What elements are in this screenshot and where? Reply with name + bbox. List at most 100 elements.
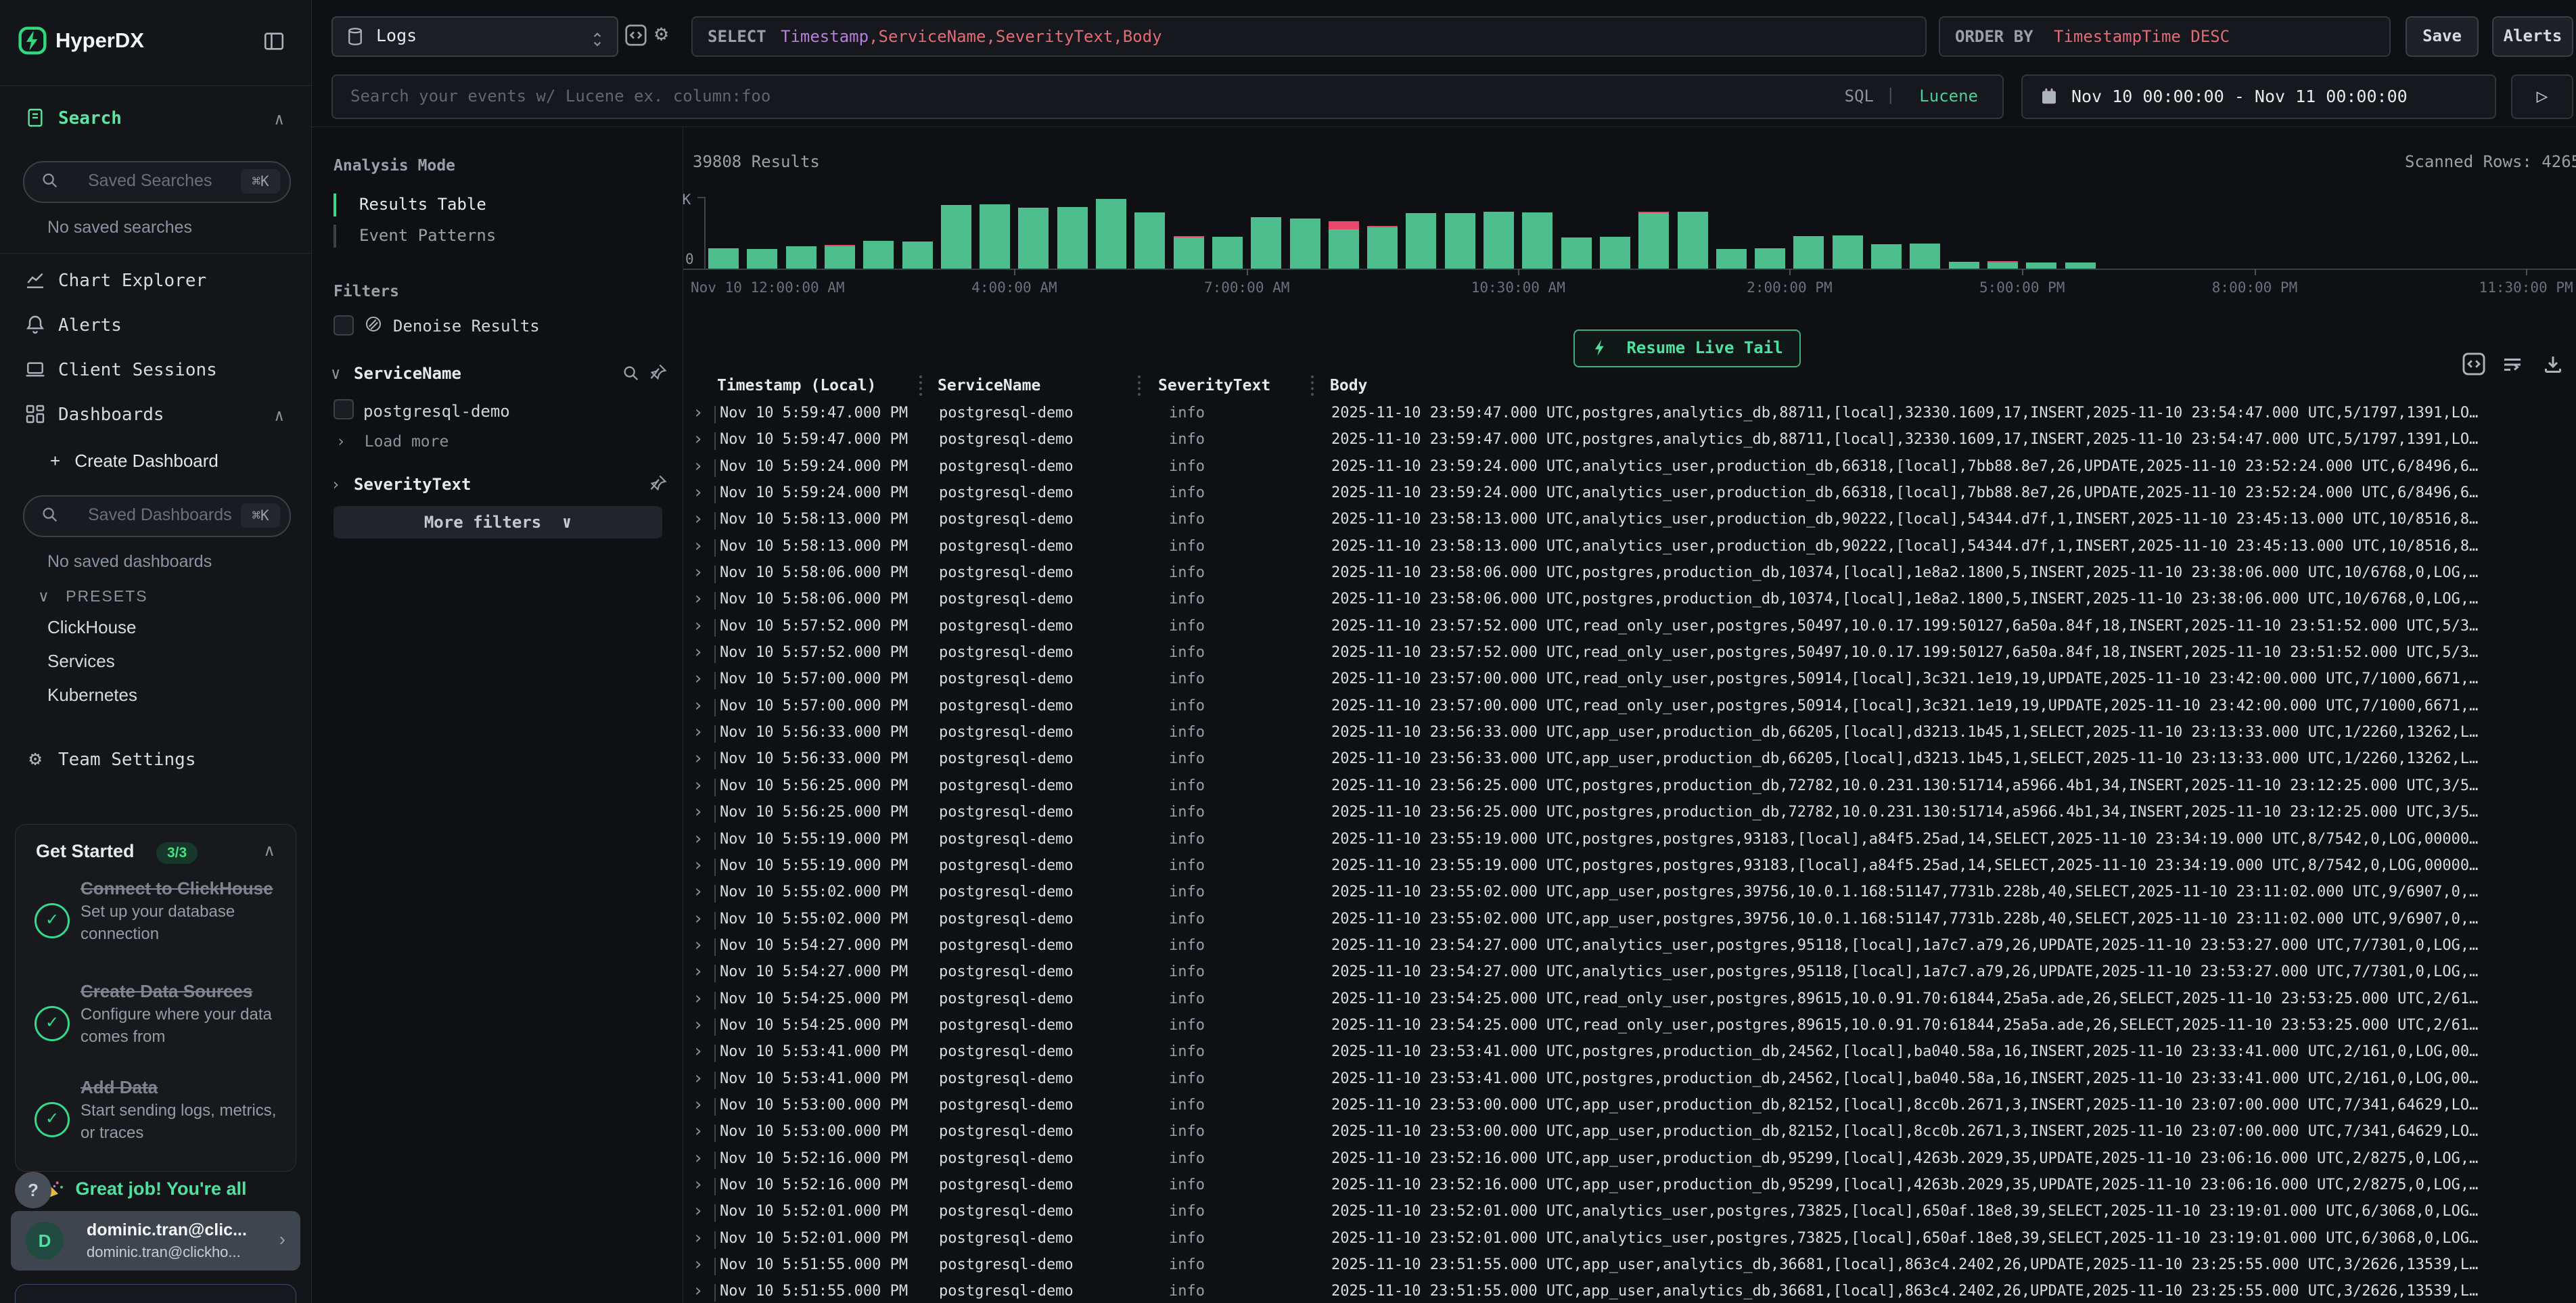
table-row[interactable]: ›Nov 10 5:57:52.000 PMpostgresql-demoinf… (683, 614, 2576, 641)
row-expand-chevron[interactable]: › (693, 802, 704, 822)
table-row[interactable]: ›Nov 10 5:58:06.000 PMpostgresql-demoinf… (683, 561, 2576, 587)
filter-search-icon[interactable] (622, 364, 641, 383)
table-row[interactable]: ›Nov 10 5:59:24.000 PMpostgresql-demoinf… (683, 455, 2576, 481)
table-row[interactable]: ›Nov 10 5:56:33.000 PMpostgresql-demoinf… (683, 721, 2576, 747)
histogram-bar[interactable] (1833, 235, 1863, 269)
settings-gear-icon[interactable]: ⚙ (655, 20, 668, 46)
order-by-input[interactable]: ORDER BY TimestampTime DESC (1939, 16, 2391, 57)
table-row[interactable]: ›Nov 10 5:56:25.000 PMpostgresql-demoinf… (683, 800, 2576, 827)
service-group-label[interactable]: ServiceName (354, 364, 461, 383)
service-filter-label[interactable]: postgresql-demo (363, 402, 510, 421)
table-row[interactable]: ›Nov 10 5:56:25.000 PMpostgresql-demoinf… (683, 774, 2576, 800)
pin-icon[interactable] (649, 363, 668, 382)
more-filters-button[interactable]: More filters ∨ (334, 506, 662, 539)
row-expand-chevron[interactable]: › (693, 642, 704, 662)
column-resize-handle[interactable] (1138, 375, 1141, 396)
column-resize-handle[interactable] (1311, 375, 1314, 396)
histogram-bar[interactable] (825, 245, 855, 269)
table-row[interactable]: ›Nov 10 5:59:24.000 PMpostgresql-demoinf… (683, 481, 2576, 507)
row-expand-chevron[interactable]: › (693, 1121, 704, 1141)
table-row[interactable]: ›Nov 10 5:53:41.000 PMpostgresql-demoinf… (683, 1067, 2576, 1093)
run-query-button[interactable]: ▷ (2511, 74, 2573, 119)
select-clause-input[interactable]: SELECT Timestamp,ServiceName,SeverityTex… (691, 16, 1927, 57)
histogram-bar[interactable] (1638, 212, 1669, 269)
histogram-bar[interactable] (1561, 237, 1592, 269)
row-expand-chevron[interactable]: › (693, 1201, 704, 1221)
table-row[interactable]: ›Nov 10 5:52:01.000 PMpostgresql-demoinf… (683, 1199, 2576, 1226)
histogram-bar[interactable] (1871, 244, 1902, 269)
row-expand-chevron[interactable]: › (693, 748, 704, 769)
table-row[interactable]: ›Nov 10 5:59:47.000 PMpostgresql-demoinf… (683, 428, 2576, 454)
chevron-up-icon[interactable]: ∧ (263, 841, 275, 861)
histogram-bar[interactable] (1949, 262, 1979, 269)
histogram-bar[interactable] (747, 249, 777, 269)
chevron-up-icon[interactable]: ∧ (275, 110, 284, 129)
table-row[interactable]: ›Nov 10 5:54:27.000 PMpostgresql-demoinf… (683, 960, 2576, 986)
row-expand-chevron[interactable]: › (693, 1148, 704, 1168)
sidebar-preset-services[interactable]: Services (47, 651, 115, 672)
mode-event-patterns[interactable]: Event Patterns (359, 226, 496, 245)
table-row[interactable]: ›Nov 10 5:57:00.000 PMpostgresql-demoinf… (683, 694, 2576, 721)
table-row[interactable]: ›Nov 10 5:55:19.000 PMpostgresql-demoinf… (683, 854, 2576, 880)
row-expand-chevron[interactable]: › (693, 961, 704, 982)
language-sql-toggle[interactable]: SQL (1845, 87, 1874, 106)
table-row[interactable]: ›Nov 10 5:54:27.000 PMpostgresql-demoinf… (683, 934, 2576, 960)
histogram-bar[interactable] (1406, 213, 1436, 269)
row-expand-chevron[interactable]: › (693, 509, 704, 529)
histogram-bar[interactable] (1251, 217, 1281, 269)
row-expand-chevron[interactable]: › (693, 909, 704, 929)
severity-group-label[interactable]: SeverityText (354, 475, 471, 494)
table-row[interactable]: ›Nov 10 5:59:47.000 PMpostgresql-demoinf… (683, 401, 2576, 428)
row-expand-chevron[interactable]: › (693, 1095, 704, 1115)
histogram-bar[interactable] (1484, 212, 1514, 269)
histogram-bar[interactable] (1600, 237, 1630, 269)
sidebar-item-team-settings[interactable]: ⚙ Team Settings (0, 744, 311, 777)
service-filter-checkbox[interactable] (334, 399, 354, 419)
table-row[interactable]: ›Nov 10 5:56:33.000 PMpostgresql-demoinf… (683, 747, 2576, 773)
date-range-picker[interactable]: Nov 10 00:00:00 - Nov 11 00:00:00 (2021, 74, 2496, 119)
saved-dashboards-input[interactable]: Saved Dashboards ⌘K (23, 495, 291, 537)
row-expand-chevron[interactable]: › (693, 1254, 704, 1275)
service-group-chevron[interactable]: ∨ (331, 364, 340, 383)
help-button[interactable]: ? (15, 1172, 51, 1208)
severity-group-chevron[interactable]: › (331, 475, 340, 494)
row-expand-chevron[interactable]: › (693, 1281, 704, 1301)
row-expand-chevron[interactable]: › (693, 1228, 704, 1248)
histogram-bar[interactable] (1793, 236, 1824, 269)
histogram-bar[interactable] (1329, 221, 1359, 269)
row-expand-chevron[interactable]: › (693, 536, 704, 556)
row-expand-chevron[interactable]: › (693, 935, 704, 955)
col-timestamp[interactable]: Timestamp (Local) (717, 377, 876, 394)
row-expand-chevron[interactable]: › (693, 482, 704, 503)
row-expand-chevron[interactable]: › (693, 668, 704, 689)
histogram-bar[interactable] (1212, 237, 1243, 269)
sidebar-preset-kubernetes[interactable]: Kubernetes (47, 685, 137, 706)
histogram-bar[interactable] (941, 205, 971, 269)
histogram-bar[interactable] (786, 246, 816, 269)
table-row[interactable]: ›Nov 10 5:58:06.000 PMpostgresql-demoinf… (683, 587, 2576, 614)
table-row[interactable]: ›Nov 10 5:57:52.000 PMpostgresql-demoinf… (683, 641, 2576, 667)
alerts-button[interactable]: Alerts (2492, 16, 2573, 57)
sidebar-item-alerts[interactable]: Alerts (0, 310, 311, 342)
sidebar-item-search[interactable]: Search ∧ (0, 103, 311, 135)
code-view-icon[interactable] (624, 23, 648, 47)
row-expand-chevron[interactable]: › (693, 403, 704, 423)
row-expand-chevron[interactable]: › (693, 829, 704, 849)
table-row[interactable]: ›Nov 10 5:58:13.000 PMpostgresql-demoinf… (683, 534, 2576, 561)
save-button[interactable]: Save (2406, 16, 2479, 57)
row-expand-chevron[interactable]: › (693, 722, 704, 742)
table-row[interactable]: ›Nov 10 5:54:25.000 PMpostgresql-demoinf… (683, 987, 2576, 1013)
sidebar-preset-clickhouse[interactable]: ClickHouse (47, 617, 137, 638)
row-expand-chevron[interactable]: › (693, 855, 704, 875)
table-row[interactable]: ›Nov 10 5:52:01.000 PMpostgresql-demoinf… (683, 1227, 2576, 1253)
table-row[interactable]: ›Nov 10 5:53:41.000 PMpostgresql-demoinf… (683, 1040, 2576, 1066)
row-expand-chevron[interactable]: › (693, 695, 704, 716)
histogram-bar[interactable] (980, 204, 1010, 269)
table-row[interactable]: ›Nov 10 5:55:02.000 PMpostgresql-demoinf… (683, 880, 2576, 907)
sidebar-item-client-sessions[interactable]: Client Sessions (0, 355, 311, 387)
table-row[interactable]: ›Nov 10 5:51:55.000 PMpostgresql-demoinf… (683, 1253, 2576, 1279)
histogram-bar[interactable] (863, 241, 894, 269)
table-row[interactable]: ›Nov 10 5:54:25.000 PMpostgresql-demoinf… (683, 1013, 2576, 1040)
mode-results-table[interactable]: Results Table (359, 195, 486, 214)
histogram-bar[interactable] (1018, 208, 1049, 269)
